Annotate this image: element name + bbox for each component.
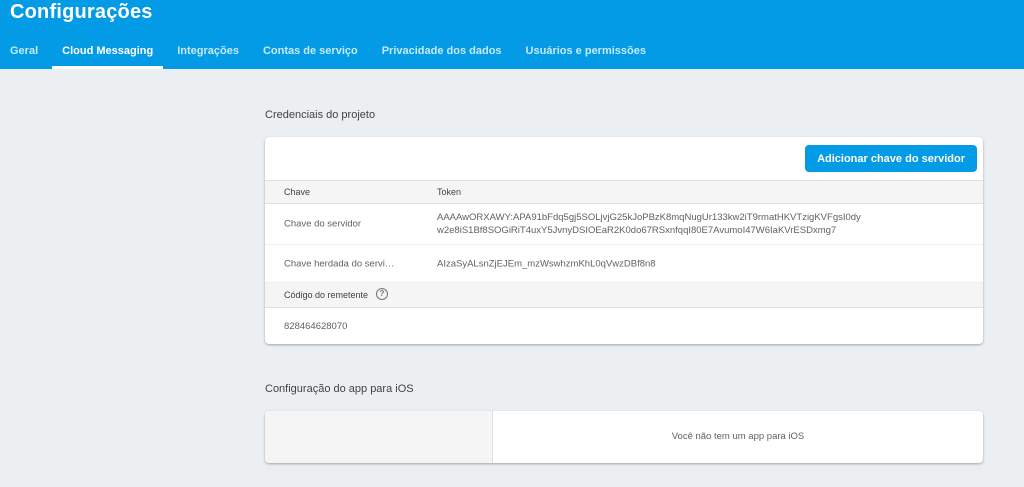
tab-privacidade-dos-dados[interactable]: Privacidade dos dados xyxy=(370,39,514,69)
ios-empty-state: Você não tem um app para iOS xyxy=(493,411,983,463)
credentials-table-header: Chave Token xyxy=(265,180,983,204)
sender-id-label: Código do remetente xyxy=(284,290,369,300)
server-key-label: Chave do servidor xyxy=(284,218,362,230)
tab-integracoes[interactable]: Integrações xyxy=(165,39,251,69)
ios-app-list-panel xyxy=(265,411,493,463)
table-row: Chave do servidor AAAAwORXAWY:APA91bFdq5… xyxy=(265,204,983,245)
server-key-token-line-1: AAAAwORXAWY:APA91bFdq5gj5SOLjvjG25kJoPBz… xyxy=(437,212,861,223)
add-server-key-button[interactable]: Adicionar chave do servidor xyxy=(805,145,977,172)
credentials-card: Adicionar chave do servidor Chave Token … xyxy=(265,137,983,344)
table-row: Chave herdada do servi… AIzaSyALsnZjEJEm… xyxy=(265,245,983,283)
legacy-key-label: Chave herdada do servi… xyxy=(284,258,395,269)
tab-contas-de-servico[interactable]: Contas de serviço xyxy=(251,39,370,69)
server-key-token[interactable]: AAAAwORXAWY:APA91bFdq5gj5SOLjvjG25kJoPBz… xyxy=(437,211,897,237)
top-header: Configurações Geral Cloud Messaging Inte… xyxy=(0,0,1024,69)
settings-tabs: Geral Cloud Messaging Integrações Contas… xyxy=(0,39,658,69)
sender-id-value[interactable]: 828464628070 xyxy=(284,321,347,332)
column-header-key: Chave xyxy=(284,187,311,197)
ios-section-title: Configuração do app para iOS xyxy=(265,383,414,395)
server-key-token-line-2: w2e8iS1Bf8SOGiRiT4uxY5JvnyDSIOEaR2K0do67… xyxy=(437,225,837,236)
sender-id-row: 828464628070 xyxy=(265,308,983,344)
legacy-key-token[interactable]: AIzaSyALsnZjEJEm_mzWswhzmKhL0qVwzDBf8n8 xyxy=(437,257,897,270)
tab-cloud-messaging[interactable]: Cloud Messaging xyxy=(50,39,165,69)
column-header-token: Token xyxy=(437,187,462,197)
help-circle-icon[interactable]: ? xyxy=(376,288,388,300)
ios-config-card: Você não tem um app para iOS xyxy=(265,411,983,463)
sender-id-header: Código do remetente ? xyxy=(265,283,983,308)
page-title: Configurações xyxy=(10,1,153,23)
tab-geral[interactable]: Geral xyxy=(0,39,50,69)
tab-usuarios-e-permissoes[interactable]: Usuários e permissões xyxy=(514,39,658,69)
ios-empty-message: Você não tem um app para iOS xyxy=(671,431,805,442)
credentials-section-title: Credenciais do projeto xyxy=(265,109,376,121)
credentials-card-toolbar: Adicionar chave do servidor xyxy=(265,137,983,180)
